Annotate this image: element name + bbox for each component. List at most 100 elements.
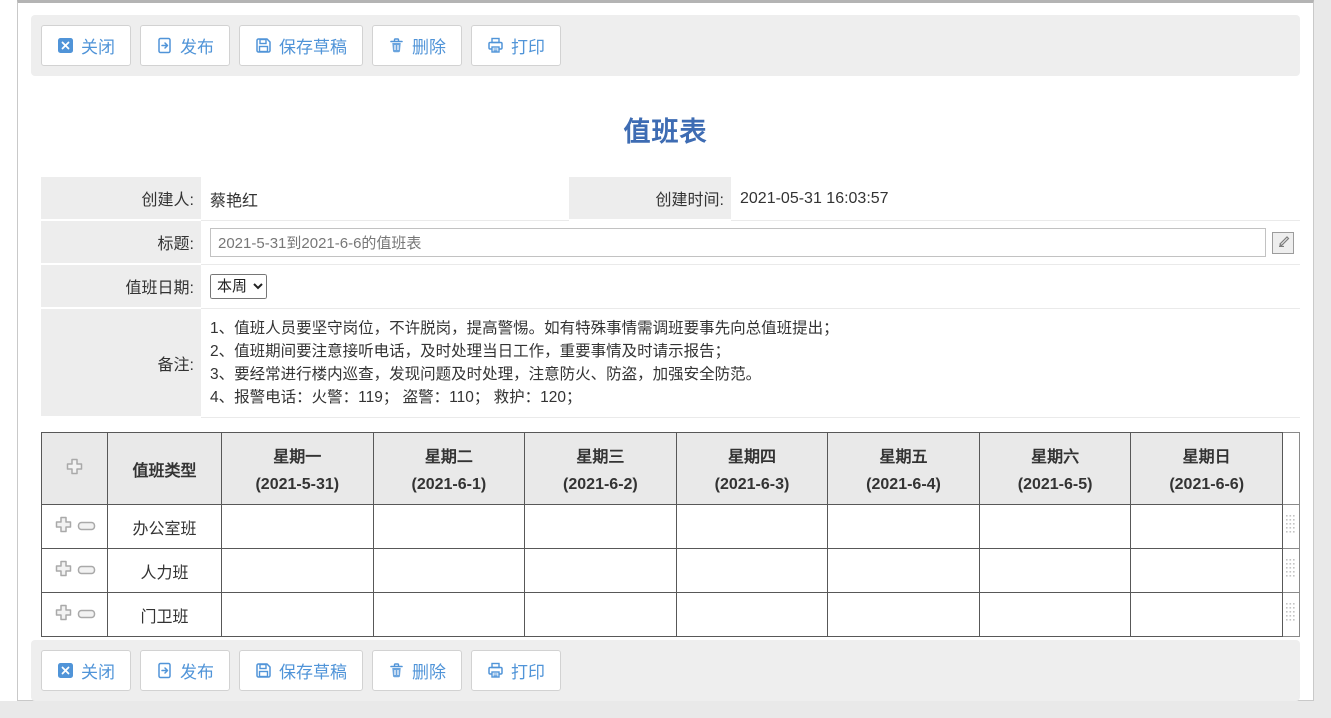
duty-cell-r3-c7[interactable] xyxy=(1130,592,1283,637)
duty-cell-r1-c6[interactable] xyxy=(978,504,1132,549)
plus-icon xyxy=(54,603,73,627)
close-icon xyxy=(57,662,74,679)
save-draft-button[interactable]: 保存草稿 xyxy=(239,25,363,66)
duty-cell-r3-c1[interactable] xyxy=(221,592,374,637)
title-input[interactable] xyxy=(210,228,1266,257)
day-header-5: 星期五 (2021-6-4) xyxy=(827,432,980,505)
creator-value: 蔡艳红 xyxy=(201,177,569,221)
remove-row-button[interactable] xyxy=(77,518,96,536)
publish-button[interactable]: 发布 xyxy=(140,650,230,691)
plus-icon xyxy=(54,559,73,583)
delete-button[interactable]: 删除 xyxy=(372,25,462,66)
handle-column-header xyxy=(1282,432,1300,505)
table-add-row-button[interactable] xyxy=(65,457,84,481)
creator-label: 创建人: xyxy=(41,177,201,221)
day-header-1: 星期一 (2021-5-31) xyxy=(221,432,374,505)
add-row-button[interactable] xyxy=(54,559,73,583)
close-button-label: 关闭 xyxy=(81,38,115,57)
drag-dots-icon xyxy=(1286,558,1296,582)
day-header-3: 星期三 (2021-6-2) xyxy=(524,432,677,505)
duty-cell-r2-c7[interactable] xyxy=(1130,548,1283,593)
duty-cell-r2-c2[interactable] xyxy=(372,548,526,593)
delete-button[interactable]: 删除 xyxy=(372,650,462,691)
delete-button-label: 删除 xyxy=(412,38,446,57)
table-row: 人力班 xyxy=(41,548,1300,593)
print-button[interactable]: 打印 xyxy=(471,650,561,691)
minus-icon xyxy=(77,562,96,580)
delete-button-label: 删除 xyxy=(412,663,446,682)
publish-button-label: 发布 xyxy=(180,38,214,57)
duty-cell-r3-c4[interactable] xyxy=(675,592,829,637)
remarks-text: 1、值班人员要坚守岗位，不许脱岗，提高警惕。如有特殊事情需调班要事先向总值班提出… xyxy=(201,309,1300,418)
drag-handle[interactable] xyxy=(1282,548,1300,593)
created-time-label: 创建时间: xyxy=(569,177,731,221)
publish-icon xyxy=(156,37,173,54)
table-row: 门卫班 xyxy=(41,592,1300,637)
print-button-label: 打印 xyxy=(511,38,545,57)
duty-cell-r1-c1[interactable] xyxy=(221,504,374,549)
remove-row-button[interactable] xyxy=(77,562,96,580)
edit-title-button[interactable] xyxy=(1272,231,1294,254)
day-header-6: 星期六 (2021-6-5) xyxy=(978,432,1132,505)
print-button[interactable]: 打印 xyxy=(471,25,561,66)
toolbar-bottom: 关闭 发布 保存草稿 删除 打印 xyxy=(31,640,1300,701)
duty-cell-r1-c3[interactable] xyxy=(524,504,677,549)
publish-button-label: 发布 xyxy=(180,663,214,682)
duty-cell-r2-c3[interactable] xyxy=(524,548,677,593)
duty-cell-r3-c6[interactable] xyxy=(978,592,1132,637)
duty-cell-r1-c7[interactable] xyxy=(1130,504,1283,549)
minus-icon xyxy=(77,518,96,536)
close-button[interactable]: 关闭 xyxy=(41,25,131,66)
print-icon xyxy=(487,662,504,679)
print-button-label: 打印 xyxy=(511,663,545,682)
publish-button[interactable]: 发布 xyxy=(140,25,230,66)
duty-date-cell: 本周 xyxy=(201,265,1300,309)
day-header-7: 星期日 (2021-6-6) xyxy=(1130,432,1283,505)
close-button[interactable]: 关闭 xyxy=(41,650,131,691)
save-draft-button-label: 保存草稿 xyxy=(279,663,347,682)
duty-cell-r2-c6[interactable] xyxy=(978,548,1132,593)
duty-type-cell: 门卫班 xyxy=(107,592,222,637)
duty-cell-r3-c2[interactable] xyxy=(372,592,526,637)
title-field-cell xyxy=(201,221,1300,265)
duty-cell-r2-c4[interactable] xyxy=(675,548,829,593)
duty-form: 创建人: 蔡艳红 创建时间: 2021-05-31 16:03:57 标题: 值… xyxy=(41,177,1300,418)
save-draft-button[interactable]: 保存草稿 xyxy=(239,650,363,691)
publish-icon xyxy=(156,662,173,679)
add-row-button[interactable] xyxy=(54,603,73,627)
add-row-button[interactable] xyxy=(54,515,73,539)
duty-cell-r1-c2[interactable] xyxy=(372,504,526,549)
duty-cell-r3-c5[interactable] xyxy=(827,592,980,637)
remarks-line-2: 2、值班期间要注意接听电话，及时处理当日工作，重要事情及时请示报告； xyxy=(210,343,731,360)
drag-handle[interactable] xyxy=(1282,504,1300,549)
drag-dots-icon xyxy=(1286,514,1296,538)
duty-cell-r2-c1[interactable] xyxy=(221,548,374,593)
day-header-4: 星期四 (2021-6-3) xyxy=(675,432,829,505)
plus-icon xyxy=(54,515,73,539)
pencil-icon xyxy=(1277,234,1290,252)
remarks-label: 备注: xyxy=(41,309,201,418)
save-icon xyxy=(255,37,272,54)
plus-icon xyxy=(65,457,84,481)
print-icon xyxy=(487,37,504,54)
duty-date-select[interactable]: 本周 xyxy=(210,274,267,299)
drag-handle[interactable] xyxy=(1282,592,1300,637)
day-header-2: 星期二 (2021-6-1) xyxy=(372,432,526,505)
table-row: 办公室班 xyxy=(41,504,1300,549)
remove-row-button[interactable] xyxy=(77,606,96,624)
duty-cell-r3-c3[interactable] xyxy=(524,592,677,637)
duty-cell-r2-c5[interactable] xyxy=(827,548,980,593)
delete-icon xyxy=(388,37,405,54)
delete-icon xyxy=(388,662,405,679)
duty-cell-r1-c4[interactable] xyxy=(675,504,829,549)
created-time-value: 2021-05-31 16:03:57 xyxy=(731,177,1300,221)
title-label: 标题: xyxy=(41,221,201,265)
duty-date-label: 值班日期: xyxy=(41,265,201,309)
save-draft-button-label: 保存草稿 xyxy=(279,38,347,57)
close-button-label: 关闭 xyxy=(81,663,115,682)
drag-dots-icon xyxy=(1286,602,1296,626)
duty-type-cell: 办公室班 xyxy=(107,504,222,549)
page-title: 值班表 xyxy=(623,117,708,147)
duty-cell-r1-c5[interactable] xyxy=(827,504,980,549)
remarks-line-1: 1、值班人员要坚守岗位，不许脱岗，提高警惕。如有特殊事情需调班要事先向总值班提出… xyxy=(210,320,839,337)
